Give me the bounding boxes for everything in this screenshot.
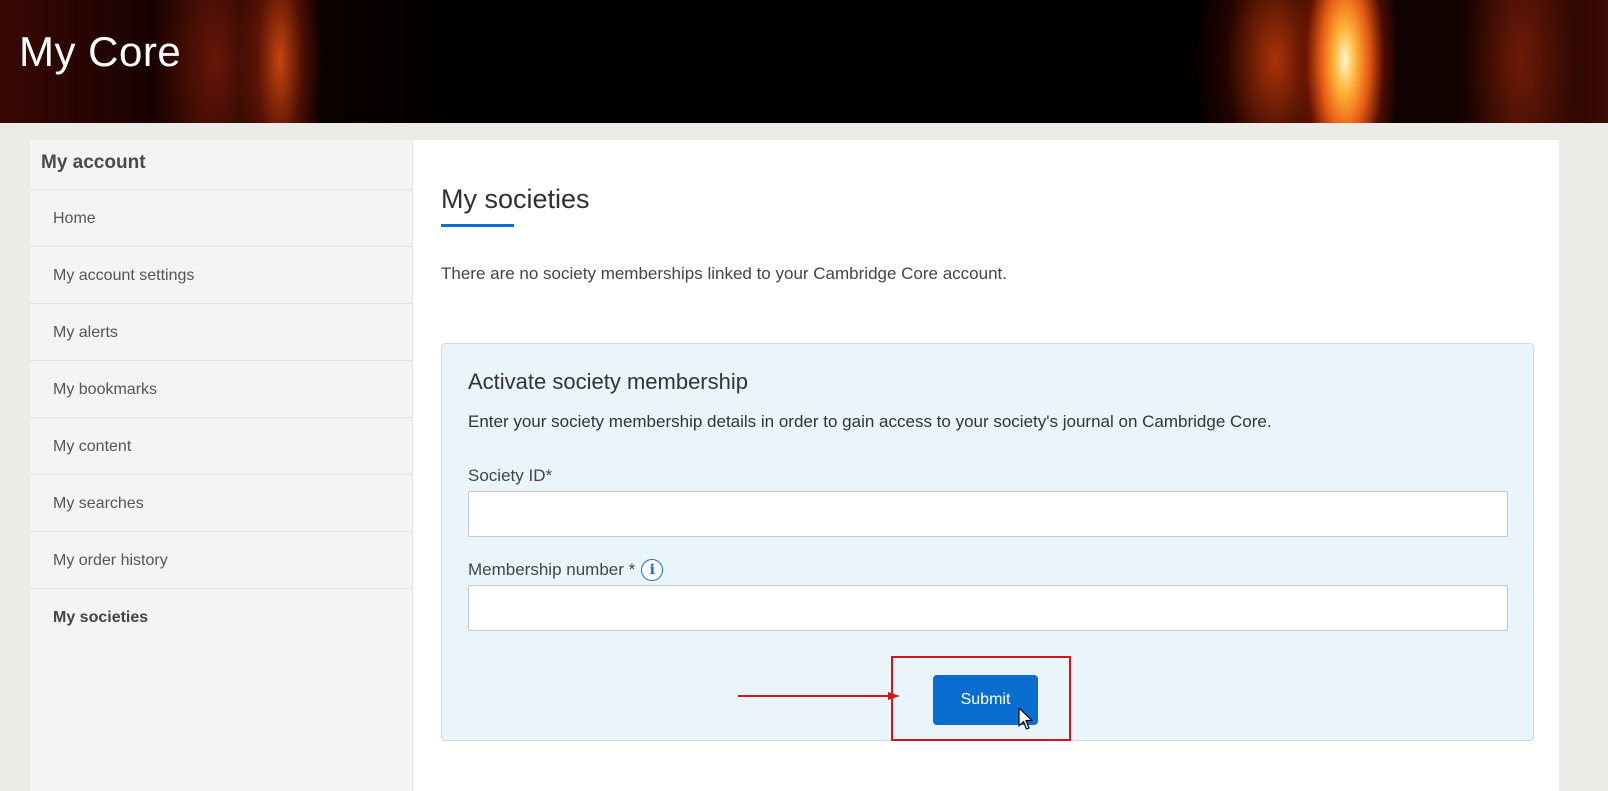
sidebar-heading: My account [30, 140, 412, 190]
membership-number-input[interactable] [468, 585, 1508, 631]
submit-button[interactable]: Submit [933, 675, 1038, 725]
society-id-input[interactable] [468, 491, 1508, 537]
sidebar-item-alerts[interactable]: My alerts [30, 304, 412, 361]
site-title: My Core [19, 28, 182, 75]
panel-title: Activate society membership [468, 369, 748, 394]
society-id-label: Society ID* [468, 466, 553, 485]
sidebar-item-bookmarks[interactable]: My bookmarks [30, 361, 412, 418]
annotation-arrow-icon [738, 692, 900, 700]
header-banner: My Core [0, 0, 1608, 123]
membership-number-label-row: Membership number * i [468, 559, 664, 581]
activate-membership-panel: Activate society membership Enter your s… [441, 343, 1534, 741]
sidebar-item-societies[interactable]: My societies [30, 589, 412, 646]
sidebar-item-home[interactable]: Home [30, 190, 412, 247]
sidebar-item-account-settings[interactable]: My account settings [30, 247, 412, 304]
sidebar-item-order-history[interactable]: My order history [30, 532, 412, 589]
membership-number-label: Membership number * [468, 560, 636, 579]
sidebar-item-content[interactable]: My content [30, 418, 412, 475]
page-title: My societies [441, 184, 590, 214]
empty-message: There are no society memberships linked … [441, 264, 1007, 283]
account-sidebar: My account Home My account settings My a… [30, 140, 413, 791]
title-underline [441, 224, 514, 227]
panel-description: Enter your society membership details in… [468, 412, 1272, 431]
main-content: My societies There are no society member… [413, 140, 1559, 791]
info-icon[interactable]: i [641, 559, 664, 581]
sidebar-item-searches[interactable]: My searches [30, 475, 412, 532]
